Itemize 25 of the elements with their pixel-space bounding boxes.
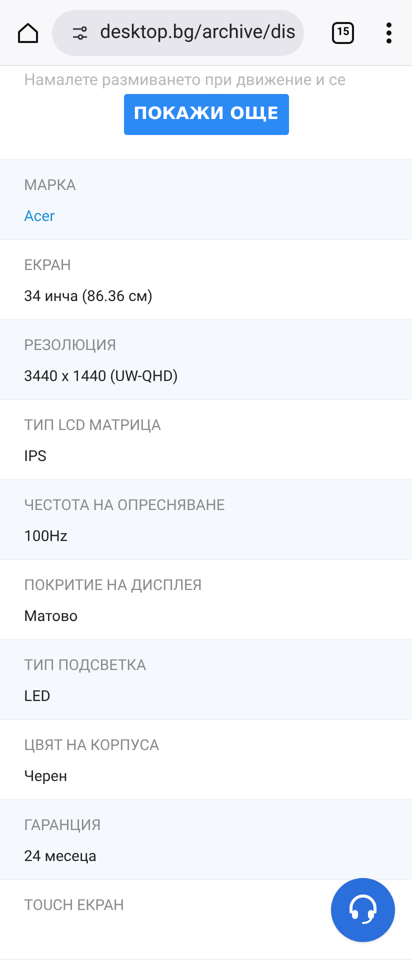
spec-label: ТИП LCD МАТРИЦА bbox=[24, 415, 162, 436]
spec-label: РЕЗОЛЮЦИЯ bbox=[24, 335, 116, 356]
url-text: desktop.bg/archive/dis bbox=[100, 19, 296, 46]
spec-label: ПОКРИТИЕ НА ДИСПЛЕЯ bbox=[24, 575, 202, 596]
spec-label: ГАРАНЦИЯ bbox=[24, 815, 101, 836]
address-bar[interactable]: desktop.bg/archive/dis bbox=[52, 10, 304, 56]
spec-value: Матово bbox=[24, 606, 79, 626]
site-settings-icon[interactable] bbox=[72, 26, 88, 40]
spec-value: Черен bbox=[24, 766, 68, 786]
spec-label: ТИП ПОДСВЕТКА bbox=[24, 655, 146, 676]
tab-count-button[interactable]: 15 bbox=[332, 22, 354, 44]
description-text: Намалете размиването при движение и се bbox=[24, 69, 346, 91]
spec-label: ЦВЯТ НА КОРПУСА bbox=[24, 735, 160, 756]
menu-icon[interactable] bbox=[386, 22, 392, 44]
spec-value: 34 инча (86.36 см) bbox=[24, 286, 154, 306]
spec-value: 3440 x 1440 (UW-QHD) bbox=[24, 366, 180, 386]
spec-value: LED bbox=[24, 686, 52, 706]
spec-value: IPS bbox=[24, 446, 48, 466]
spec-value: 24 месеца bbox=[24, 846, 98, 866]
spec-value: 100Hz bbox=[24, 526, 68, 546]
spec-label: ЧЕСТОТА НА ОПРЕСНЯВАНЕ bbox=[24, 495, 225, 516]
spec-label: МАРКА bbox=[24, 175, 76, 196]
spec-label: TOUCH ЕКРАН bbox=[24, 895, 124, 916]
spec-label: ЕКРАН bbox=[24, 255, 72, 276]
home-icon[interactable] bbox=[16, 20, 40, 44]
